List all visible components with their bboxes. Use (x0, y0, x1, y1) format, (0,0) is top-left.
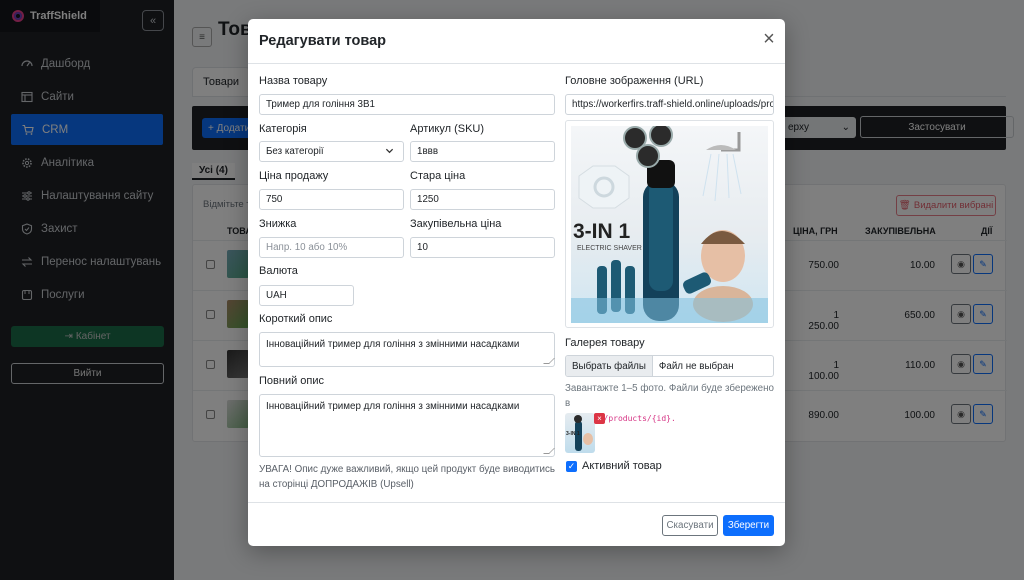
main-image-label: Головне зображення (URL) (565, 75, 704, 87)
product-image: 3-IN 1 ELECTRIC SHAVER (571, 126, 768, 323)
cost-price-input[interactable]: 10 (410, 237, 555, 258)
category-select[interactable]: Без категорії (259, 141, 404, 162)
product-name-input[interactable]: Тример для гоління 3В1 (259, 94, 555, 115)
full-description-text: Інноваційний тример для гоління з змінни… (266, 401, 520, 412)
resize-handle-icon[interactable] (543, 358, 555, 364)
close-icon: × (597, 414, 602, 423)
category-select-value: Без категорії (266, 146, 324, 157)
main-image-url-input[interactable]: https://workerfirs.traff-shield.online/u… (565, 94, 774, 115)
discount-input[interactable]: Напр. 10 або 10% (259, 237, 404, 258)
category-label: Категорія (259, 123, 307, 135)
gallery-file-input[interactable]: Выбрать файлы Файл не выбран (565, 355, 774, 377)
cancel-button[interactable]: Скасувати (662, 515, 718, 536)
image-text-big: 3-IN 1 (573, 220, 631, 243)
save-button[interactable]: Зберегти (723, 515, 774, 536)
cost-price-label: Закупівельна ціна (410, 218, 502, 230)
choose-files-button[interactable]: Выбрать файлы (566, 356, 653, 376)
gallery-thumbnail[interactable]: 3-IN 1 (565, 413, 595, 453)
remove-thumbnail-button[interactable]: × (594, 413, 605, 424)
gallery-label: Галерея товару (565, 337, 645, 349)
short-description-text: Інноваційний тример для гоління з змінни… (266, 339, 520, 350)
modal-footer: Скасувати Зберегти (248, 502, 785, 546)
image-text-small: ELECTRIC SHAVER (577, 245, 642, 252)
sku-label: Артикул (SKU) (410, 123, 485, 135)
old-price-label: Стара ціна (410, 170, 466, 182)
old-price-input[interactable]: 1250 (410, 189, 555, 210)
currency-label: Валюта (259, 265, 298, 277)
product-name-label: Назва товару (259, 75, 328, 87)
price-label: Ціна продажу (259, 170, 329, 182)
short-description-label: Короткий опис (259, 313, 333, 325)
svg-text:3-IN 1: 3-IN 1 (566, 431, 580, 437)
modal-title: Редагувати товар (259, 33, 386, 49)
sku-input[interactable]: 1ввв (410, 141, 555, 162)
short-description-textarea[interactable]: Інноваційний тример для гоління з змінни… (259, 332, 555, 367)
modal-header: Редагувати товар × (248, 19, 785, 64)
full-description-textarea[interactable]: Інноваційний тример для гоління з змінни… (259, 394, 555, 457)
full-description-label: Повний опис (259, 375, 325, 387)
close-modal-button[interactable]: × (760, 28, 778, 50)
shaver-illustration-icon: 3-IN 1 ELECTRIC SHAVER (571, 126, 768, 323)
gallery-hint-text: Завантажте 1–5 фото. Файли буде збережен… (565, 383, 774, 409)
checkmark-icon: ✓ (567, 461, 576, 471)
edit-product-modal: Редагувати товар × Назва товару Тример д… (248, 19, 785, 546)
active-product-checkbox[interactable]: ✓ (566, 461, 577, 472)
chevron-down-icon (385, 146, 394, 157)
discount-label: Знижка (259, 218, 297, 230)
currency-input[interactable]: UAH (259, 285, 354, 306)
active-product-label[interactable]: Активний товар (582, 460, 662, 472)
close-icon: × (763, 28, 775, 50)
price-input[interactable]: 750 (259, 189, 404, 210)
resize-handle-icon[interactable] (543, 448, 555, 454)
main-image-preview: 3-IN 1 ELECTRIC SHAVER (565, 120, 774, 328)
file-status: Файл не выбран (658, 360, 734, 372)
description-warning: УВАГА! Опис дуже важливий, якщо цей прод… (259, 464, 556, 490)
